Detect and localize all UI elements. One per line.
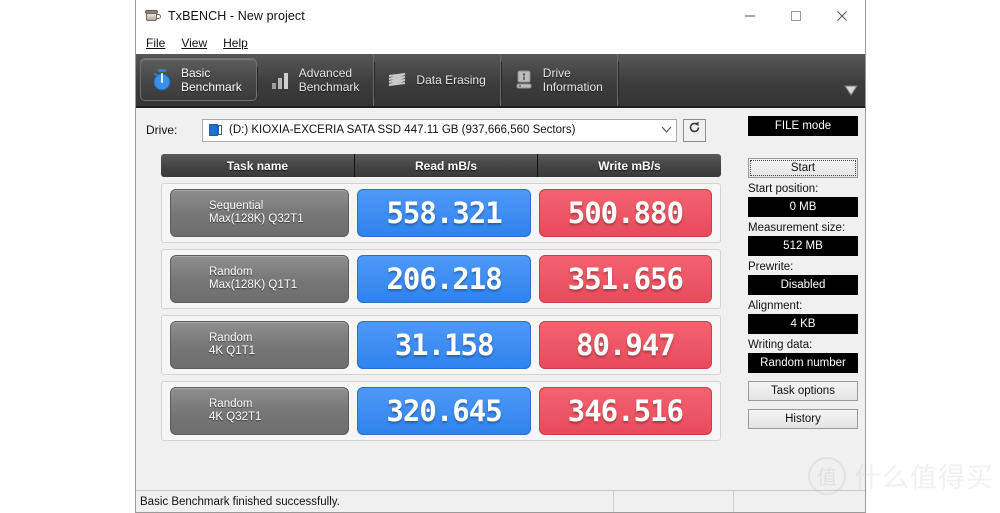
measurement-size-value[interactable]: 512 MB <box>748 236 858 256</box>
task-name-line2: 4K Q1T1 <box>209 345 256 357</box>
stopwatch-icon <box>151 68 173 92</box>
tab-basic-benchmark-label: Basic Benchmark <box>181 65 242 94</box>
read-value: 206.218 <box>357 255 531 303</box>
close-icon[interactable] <box>819 0 865 32</box>
tab-strip: Basic Benchmark Advanced Benchmark Data … <box>136 54 865 108</box>
writing-data-label: Writing data: <box>748 339 813 351</box>
table-row[interactable]: Sequential Max(128K) Q32T1 558.321 500.8… <box>161 183 721 243</box>
task-button[interactable]: Sequential Max(128K) Q32T1 <box>170 189 350 237</box>
task-name-line2: Max(128K) Q1T1 <box>209 279 298 291</box>
tab-drive-information-label: Drive Information <box>542 66 603 94</box>
task-button[interactable]: Random 4K Q1T1 <box>170 321 350 369</box>
menu-item-help[interactable]: Help <box>223 36 248 50</box>
prewrite-label: Prewrite: <box>748 261 794 273</box>
task-name-line1: Sequential <box>209 200 264 212</box>
menu-item-file[interactable]: File <box>146 36 165 50</box>
bar-chart-icon <box>269 68 291 92</box>
start-position-value[interactable]: 0 MB <box>748 197 858 217</box>
task-button[interactable]: Random 4K Q32T1 <box>170 387 350 435</box>
status-bar: Basic Benchmark finished successfully. <box>136 490 865 512</box>
alignment-label: Alignment: <box>748 300 803 312</box>
table-row[interactable]: Random Max(128K) Q1T1 206.218 351.656 <box>161 249 721 309</box>
task-name-line1: Random <box>209 332 253 344</box>
history-button[interactable]: History <box>748 409 858 429</box>
drive-label: Drive: <box>146 123 178 137</box>
prewrite-value[interactable]: Disabled <box>748 275 858 295</box>
refresh-icon <box>687 120 702 140</box>
refresh-button[interactable] <box>683 118 706 142</box>
task-name-line1: Random <box>209 398 253 410</box>
measurement-size-label: Measurement size: <box>748 222 846 234</box>
write-value: 80.947 <box>538 321 713 369</box>
tab-basic-benchmark[interactable]: Basic Benchmark <box>140 58 258 101</box>
title-bar: TxBENCH - New project <box>136 0 865 32</box>
task-button[interactable]: Random Max(128K) Q1T1 <box>170 255 350 303</box>
minimize-icon[interactable] <box>727 0 773 32</box>
table-row[interactable]: Random 4K Q32T1 320.645 346.516 <box>161 381 721 441</box>
tab-data-erasing-label: Data Erasing <box>416 73 486 87</box>
task-name-line1: Random <box>209 266 253 278</box>
maximize-icon[interactable] <box>773 0 819 32</box>
writing-data-value[interactable]: Random number <box>748 353 858 373</box>
drive-select-value: (D:) KIOXIA-EXCERIA SATA SSD 447.11 GB (… <box>229 124 576 136</box>
tab-advanced-benchmark[interactable]: Advanced Benchmark <box>257 54 376 106</box>
table-row[interactable]: Random 4K Q1T1 31.158 80.947 <box>161 315 721 375</box>
menu-item-view[interactable]: View <box>181 36 207 50</box>
status-pane-3 <box>734 491 865 512</box>
menu-bar: File View Help <box>136 32 865 54</box>
shred-icon <box>386 68 408 92</box>
column-header-write: Write mB/s <box>538 154 721 177</box>
read-value: 320.645 <box>357 387 531 435</box>
content-area: Drive: (D:) KIOXIA-EXCERIA SATA SSD 447.… <box>136 108 865 512</box>
menu-file-label: File <box>146 36 166 50</box>
settings-panel: FILE mode Start Start position: 0 MB Mea… <box>748 108 858 429</box>
tab-drive-information[interactable]: Drive Information <box>501 54 619 106</box>
drive-select[interactable]: (D:) KIOXIA-EXCERIA SATA SSD 447.11 GB (… <box>202 118 677 142</box>
drive-icon <box>209 124 223 136</box>
task-name-line2: Max(128K) Q32T1 <box>209 213 304 225</box>
write-value: 500.880 <box>538 189 713 237</box>
start-button[interactable]: Start <box>748 158 858 178</box>
read-value: 558.321 <box>357 189 531 237</box>
hard-drive-icon <box>513 68 535 92</box>
menu-help-label: Help <box>223 36 248 50</box>
start-position-label: Start position: <box>748 183 819 195</box>
status-pane-2 <box>614 491 734 512</box>
read-value: 31.158 <box>357 321 531 369</box>
coffee-cup-icon <box>145 8 161 24</box>
window-controls <box>727 0 865 32</box>
alignment-value[interactable]: 4 KB <box>748 314 858 334</box>
txbench-window: TxBENCH - New project File View Help Bas… <box>135 0 866 513</box>
menu-view-label: View <box>181 36 208 50</box>
column-header-read: Read mB/s <box>355 154 538 177</box>
benchmark-header-row: Task name Read mB/s Write mB/s <box>161 154 721 177</box>
window-title: TxBENCH - New project <box>168 9 305 23</box>
chevron-down-icon[interactable] <box>655 125 672 135</box>
screen: TxBENCH - New project File View Help Bas… <box>0 0 1000 513</box>
tab-advanced-benchmark-label: Advanced Benchmark <box>298 66 360 94</box>
task-options-button[interactable]: Task options <box>748 381 858 401</box>
tab-data-erasing[interactable]: Data Erasing <box>374 54 503 106</box>
write-value: 351.656 <box>538 255 713 303</box>
status-message: Basic Benchmark finished successfully. <box>136 491 614 512</box>
chevron-down-icon[interactable] <box>837 54 865 106</box>
task-name-line2: 4K Q32T1 <box>209 411 262 423</box>
watermark-text: 什么值得买 <box>854 463 994 494</box>
benchmark-table: Task name Read mB/s Write mB/s Sequentia… <box>161 154 721 441</box>
file-mode-button[interactable]: FILE mode <box>748 116 858 136</box>
column-header-task-name: Task name <box>161 154 355 177</box>
write-value: 346.516 <box>538 387 713 435</box>
